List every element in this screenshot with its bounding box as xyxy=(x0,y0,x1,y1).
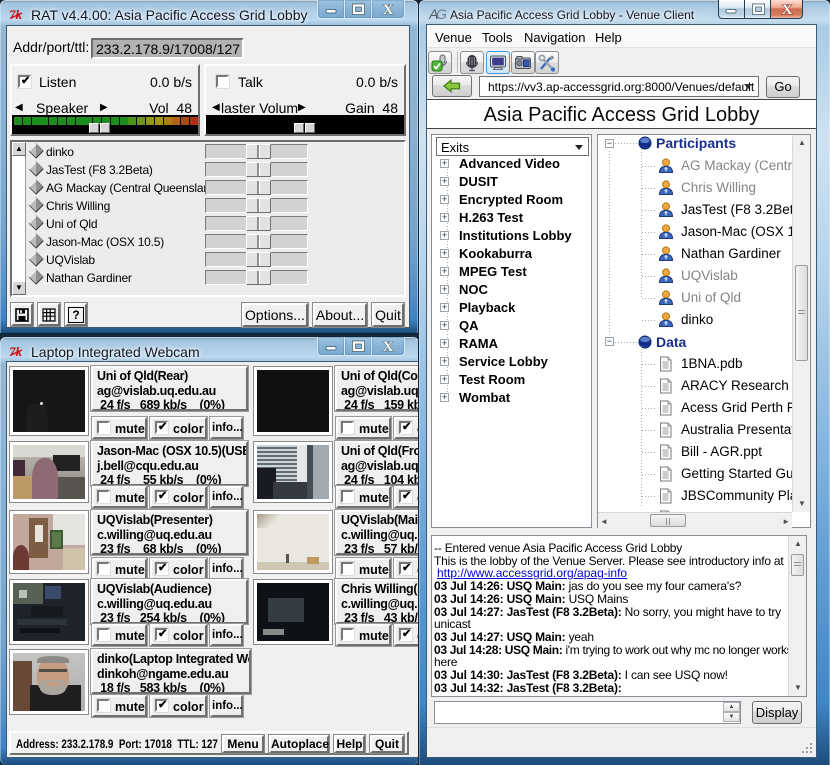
svg-text:G: G xyxy=(436,7,447,22)
svg-text:X: X xyxy=(781,2,792,16)
svg-text:7k: 7k xyxy=(9,344,23,359)
svg-text:X: X xyxy=(383,339,394,353)
svg-text:X: X xyxy=(383,2,394,16)
svg-text:7k: 7k xyxy=(9,7,23,22)
